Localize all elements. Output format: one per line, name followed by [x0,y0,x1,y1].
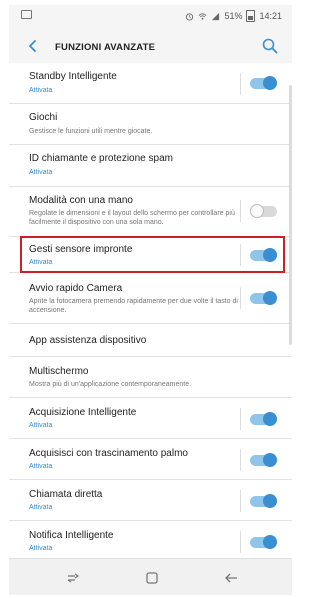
setting-label: Giochi [29,112,58,123]
setting-label: Multischermo [29,366,89,377]
setting-label: Notifica Intelligente [29,530,114,541]
setting-status: Attivata [29,87,53,94]
setting-description: Gestisce le funzioni utili mentre giocat… [29,128,153,135]
home-icon[interactable] [144,570,160,586]
setting-label: Chiamata diretta [29,489,103,500]
setting-description: Regolate le dimensioni e il layout dello… [29,210,235,226]
setting-label: App assistenza dispositivo [29,335,147,346]
status-icons: 51% 14:21 [185,10,282,22]
toggle-switch[interactable] [250,412,277,426]
setting-id-chiamante[interactable]: ID chiamante e protezione spam Attivata [9,145,292,187]
signal-icon [212,12,220,20]
scrollbar[interactable] [289,85,292,345]
setting-label: Acquisizione Intelligente [29,407,137,418]
battery-percent: 51% [224,11,243,21]
recent-apps-icon[interactable] [65,570,81,586]
setting-label: Acquisisci con trascinamento palmo [29,448,188,459]
settings-list: Standby Intelligente Attivata Giochi Ges… [9,63,292,558]
arrow-left-icon[interactable] [24,37,42,55]
search-icon[interactable] [261,37,279,55]
setting-label: ID chiamante e protezione spam [29,153,173,164]
setting-chiamata-diretta[interactable]: Chiamata diretta Attivata [9,480,292,521]
setting-status: Attivata [29,169,53,176]
setting-status: Attivata [29,504,53,511]
status-bar: 51% 14:21 [9,5,292,27]
setting-description: Mostra più di un'applicazione contempora… [29,381,192,388]
setting-label: Modalità con una mano [29,195,133,206]
setting-label: Standby Intelligente [29,71,117,82]
setting-giochi[interactable]: Giochi Gestisce le funzioni utili mentre… [9,104,292,145]
phone-screen: 51% 14:21 FUNZIONI AVANZATE Standby Inte… [9,5,292,595]
setting-label: Avvio rapido Camera [29,283,123,294]
toggle-switch[interactable] [250,291,277,305]
setting-status: Attivata [29,463,53,470]
setting-notifica-intelligente[interactable]: Notifica Intelligente Attivata [9,521,292,558]
setting-acquisisci-trascinamento[interactable]: Acquisisci con trascinamento palmo Attiv… [9,439,292,480]
toggle-switch[interactable] [250,204,277,218]
wifi-icon [199,12,207,20]
image-notification-icon [21,10,32,19]
setting-app-assistenza[interactable]: App assistenza dispositivo [9,324,292,357]
toggle-switch[interactable] [250,76,277,90]
setting-status: Attivata [29,545,53,552]
back-icon[interactable] [223,570,239,586]
toggle-switch[interactable] [250,453,277,467]
setting-description: Aprite la fotocamera premendo rapidament… [29,298,238,314]
battery-icon [246,10,256,22]
setting-acquisizione-intelligente[interactable]: Acquisizione Intelligente Attivata [9,398,292,439]
navigation-bar [9,558,292,595]
toggle-switch[interactable] [250,535,277,549]
setting-multischermo[interactable]: Multischermo Mostra più di un'applicazio… [9,357,292,398]
page-title: FUNZIONI AVANZATE [55,42,156,53]
setting-modalita-una-mano[interactable]: Modalità con una mano Regolate le dimens… [9,187,292,237]
setting-status: Attivata [29,422,53,429]
clock: 14:21 [259,11,282,21]
highlight-box [20,236,285,273]
alarm-icon [186,12,194,21]
setting-avvio-rapido-camera[interactable]: Avvio rapido Camera Aprite la fotocamera… [9,273,292,324]
setting-standby-intelligente[interactable]: Standby Intelligente Attivata [9,63,292,104]
toggle-switch[interactable] [250,494,277,508]
